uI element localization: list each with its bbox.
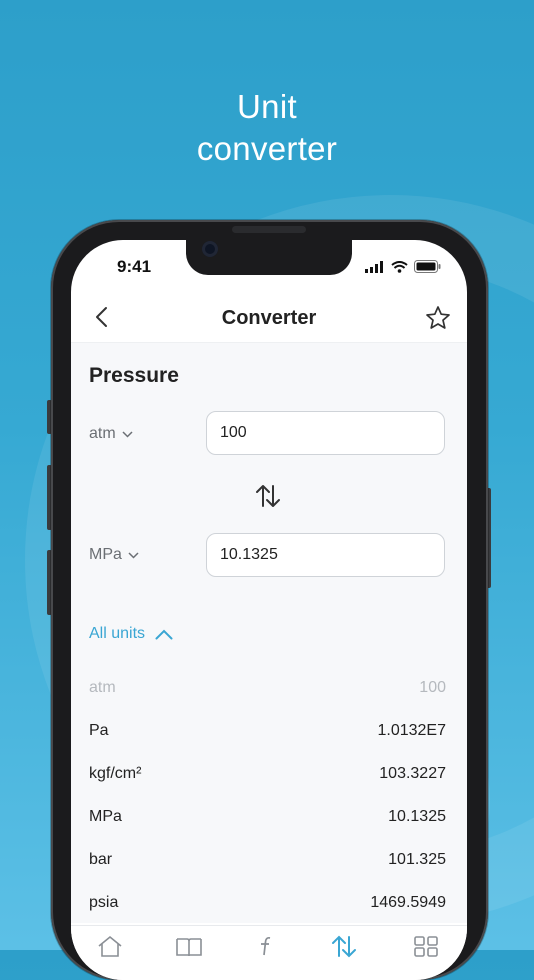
phone-speaker [232,226,306,233]
status-icons [365,260,441,273]
unit-row[interactable]: Pa 1.0132E7 [89,722,446,740]
unit-row-value: 100 [419,679,446,696]
unit-row-value: 1469.5949 [370,894,446,911]
chevron-down-icon [128,551,139,559]
headline: Unit converter [0,86,534,170]
home-icon [98,935,122,957]
swap-units-button[interactable] [253,481,283,511]
grid-icon [414,936,438,957]
chevron-down-icon [122,430,133,438]
unit-row-name: kgf/cm² [89,765,142,782]
unit-row[interactable]: kgf/cm² 103.3227 [89,765,446,783]
to-unit-select[interactable]: MPa [89,546,139,564]
star-icon [426,305,450,329]
favorite-button[interactable] [423,302,453,332]
formula-icon [261,936,271,956]
tab-book[interactable] [174,934,204,958]
converter-icon [332,935,356,958]
all-units-label: All units [89,625,146,642]
battery-icon [414,260,441,273]
tab-home[interactable] [95,934,125,958]
unit-row-name: Pa [89,722,109,739]
page-title: Converter [221,307,317,329]
phone-screen: 9:41 Converter Pressure atm 100 MPa 10.1… [71,240,467,980]
tab-more[interactable] [411,934,441,958]
wifi-icon [391,260,408,273]
unit-row-value: 1.0132E7 [377,722,446,739]
unit-row-name: MPa [89,808,122,825]
from-value-input[interactable]: 100 [206,411,445,455]
unit-row-value: 101.325 [388,851,446,868]
unit-row[interactable]: MPa 10.1325 [89,808,446,826]
unit-row-name: psia [89,894,119,911]
headline-line-1: Unit [237,88,297,125]
unit-row-value: 103.3227 [379,765,446,782]
from-unit-select[interactable]: atm [89,425,133,443]
unit-row-name: bar [89,851,113,868]
headline-line-2: converter [196,130,338,167]
from-unit-label: atm [89,425,116,442]
converter-panel: Pressure atm 100 MPa 10.1325 All units a… [71,343,467,923]
tab-converter[interactable] [329,934,359,958]
unit-row-value: 10.1325 [388,808,446,825]
status-time: 9:41 [117,257,152,276]
tab-formula[interactable] [251,934,281,958]
tab-bar [71,925,467,980]
unit-row[interactable]: bar 101.325 [89,851,446,869]
to-unit-label: MPa [89,546,122,563]
book-icon [176,938,202,956]
cellular-signal-icon [365,260,383,273]
swap-arrows-icon [256,485,280,507]
unit-row-name: atm [89,679,116,696]
all-units-toggle[interactable]: All units [89,625,173,643]
camera-lens [202,241,218,257]
category-title: Pressure [89,364,179,387]
to-value-input[interactable]: 10.1325 [206,533,445,577]
unit-row[interactable]: atm 100 [89,679,446,697]
navigation-bar: Converter [71,294,467,343]
chevron-up-icon [155,629,173,639]
unit-row[interactable]: psia 1469.5949 [89,894,446,912]
